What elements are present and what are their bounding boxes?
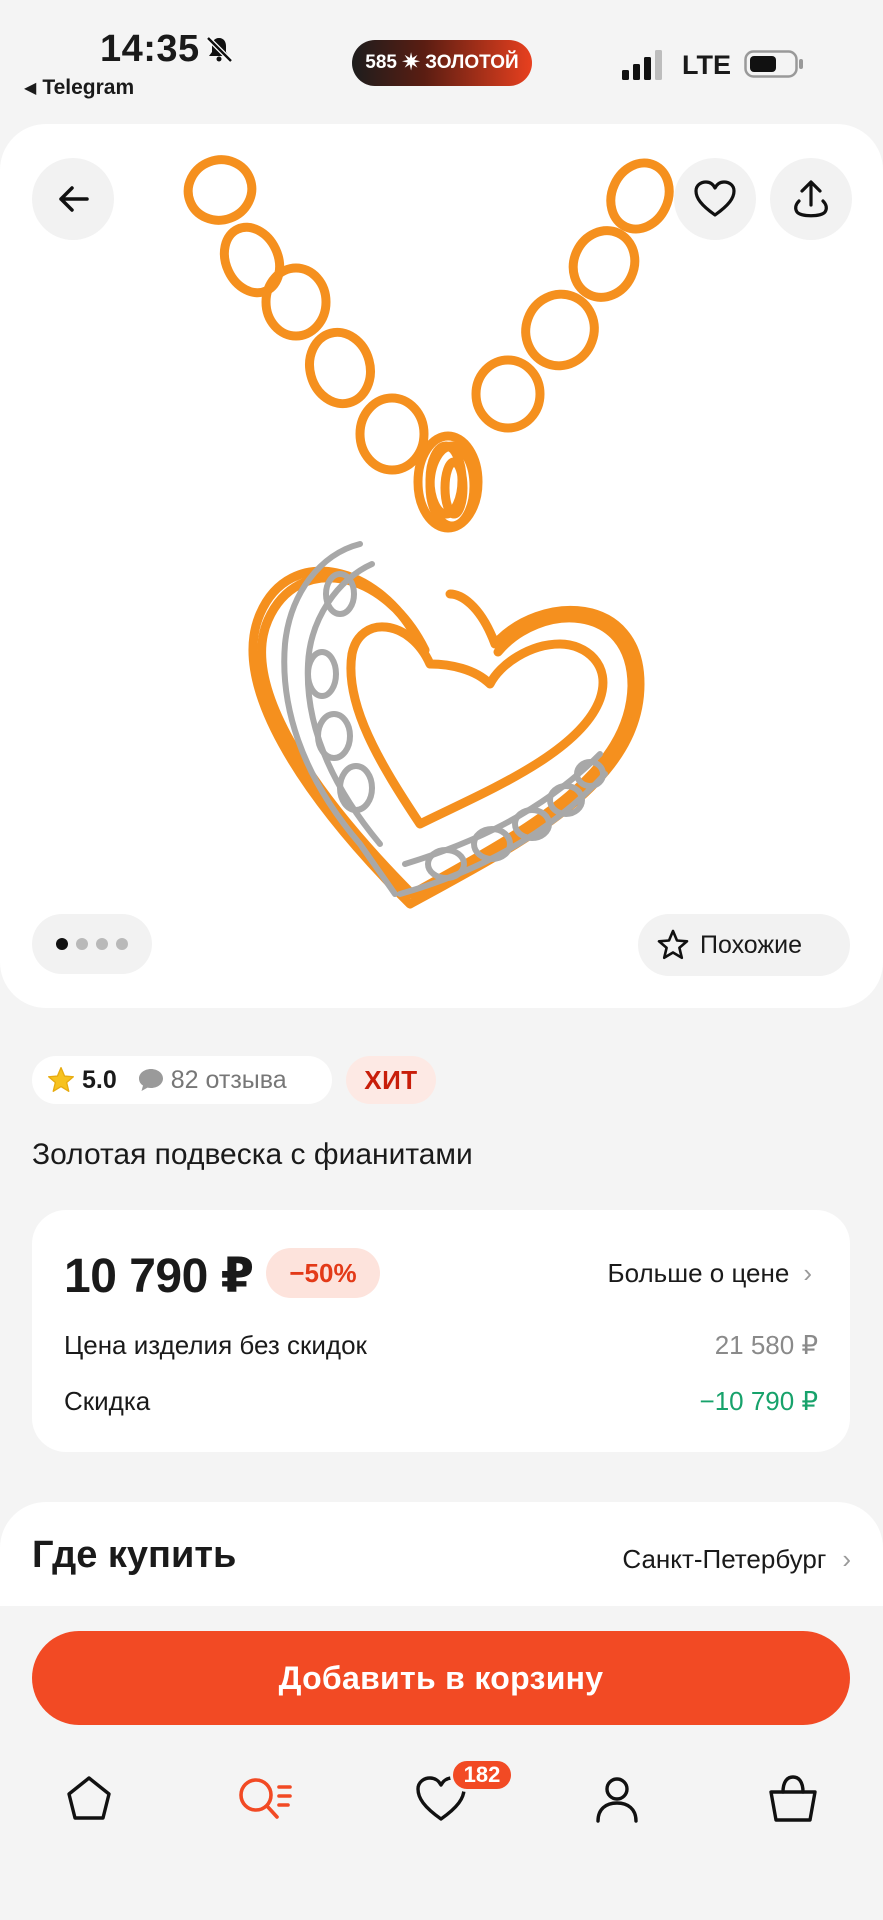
product-title: Золотая подвеска с фианитами (32, 1138, 473, 1171)
product-image-card[interactable]: Похожие (0, 124, 883, 1008)
status-bar: 14:35 ◀ Telegram 585 ✷ ЗОЛОТОЙ LTE (0, 0, 883, 110)
similar-label: Похожие (700, 930, 803, 959)
pager-dot (96, 938, 108, 950)
original-price-value: 21 580 ₽ (714, 1330, 818, 1360)
city-label: Санкт-Петербург (622, 1544, 827, 1574)
battery-icon (744, 50, 803, 78)
bottom-panel: Добавить в корзину 182 (0, 1606, 883, 1920)
discount-badge: −50% (266, 1248, 380, 1298)
back-to-telegram[interactable]: ◀ Telegram (24, 76, 134, 100)
signal-icon (622, 50, 662, 80)
more-about-price-label: Больше о цене (607, 1258, 790, 1288)
back-button[interactable] (32, 158, 114, 240)
similar-button[interactable]: Похожие (638, 914, 850, 976)
where-to-buy-section[interactable]: Где купить Санкт-Петербург › (0, 1502, 883, 1612)
product-image (183, 155, 674, 909)
add-to-cart-button[interactable]: Добавить в корзину (32, 1631, 850, 1725)
rating-reviews-pill[interactable]: 5.0 82 отзыва (32, 1056, 332, 1104)
promo-pill[interactable]: 585 ✷ ЗОЛОТОЙ (352, 40, 532, 86)
heart-icon (694, 180, 736, 217)
reviews-count: 82 отзыва (170, 1065, 287, 1094)
catalog-search-icon (239, 1778, 292, 1819)
pager-dot-active (56, 938, 68, 950)
original-price-label: Цена изделия без скидок (64, 1330, 367, 1360)
more-about-price-link[interactable]: Больше о цене › (608, 1258, 812, 1289)
comment-icon (138, 1069, 163, 1091)
city-selector[interactable]: Санкт-Петербург › (622, 1544, 851, 1575)
pager-dot (76, 938, 88, 950)
cart-icon (769, 1775, 817, 1822)
discount-label: Скидка (64, 1386, 151, 1416)
home-icon (67, 1776, 111, 1820)
network-type: LTE (682, 50, 731, 80)
tab-cart[interactable] (748, 1754, 838, 1844)
hit-badge: ХИТ (346, 1056, 436, 1104)
rating-score: 5.0 (82, 1065, 117, 1094)
image-pager[interactable] (32, 914, 152, 974)
discount-value: −10 790 ₽ (699, 1386, 818, 1416)
promo-right-text: ЗОЛОТОЙ (425, 52, 519, 73)
where-to-buy-title: Где купить (32, 1534, 237, 1576)
status-time: 14:35 (100, 28, 200, 70)
bell-muted-icon (206, 36, 233, 63)
favorite-button[interactable] (674, 158, 756, 240)
back-triangle-icon: ◀ (24, 80, 37, 97)
share-icon (794, 180, 828, 218)
back-app-label: Telegram (42, 76, 135, 99)
tab-profile[interactable] (572, 1754, 662, 1844)
tab-bar (0, 1754, 883, 1864)
chevron-right-icon: › (803, 1258, 812, 1288)
favorites-count-badge: 182 (450, 1758, 514, 1792)
promo-left-text: 585 (365, 52, 397, 73)
star-outline-icon (657, 929, 689, 960)
tab-catalog[interactable] (220, 1754, 310, 1844)
share-button[interactable] (770, 158, 852, 240)
chevron-right-icon: › (842, 1544, 851, 1574)
star-filled-icon (47, 1066, 75, 1092)
current-price: 10 790 ₽ (64, 1250, 254, 1303)
pager-dot (116, 938, 128, 950)
arrow-left-icon (59, 186, 89, 212)
sparkle-icon: ✷ (400, 49, 422, 76)
price-card: 10 790 ₽ −50% Больше о цене › Цена издел… (32, 1210, 850, 1452)
tab-home[interactable] (44, 1754, 134, 1844)
profile-icon (596, 1777, 638, 1823)
